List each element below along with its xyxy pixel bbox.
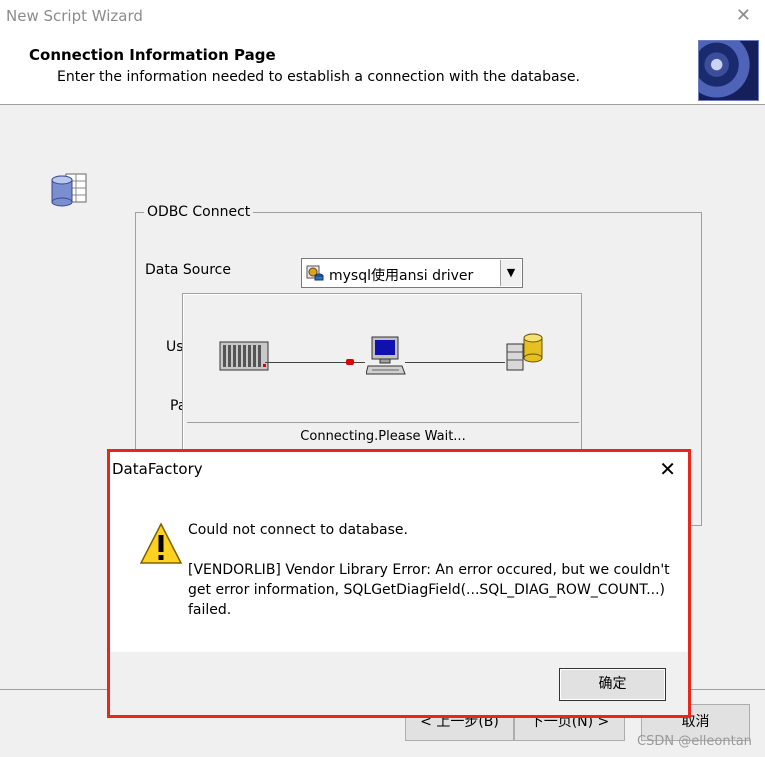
data-source-value: mysql使用ansi driver: [329, 268, 474, 284]
user-label: Us: [166, 339, 184, 355]
dialog-message-line4: failed.: [188, 602, 232, 618]
connection-progress-panel: Connecting.Please Wait...: [182, 293, 582, 453]
page-title: Connection Information Page: [29, 46, 276, 64]
window-close-button[interactable]: ✕: [736, 5, 751, 26]
page-subtitle: Enter the information needed to establis…: [57, 69, 580, 85]
dialog-message-line2: [VENDORLIB] Vendor Library Error: An err…: [188, 562, 670, 578]
data-source-select[interactable]: mysql使用ansi driver ▼: [301, 258, 523, 288]
dialog-close-button[interactable]: ✕: [659, 457, 676, 481]
dialog-footer: 确定: [110, 652, 688, 715]
computer-icon: [366, 336, 406, 375]
chevron-down-icon[interactable]: ▼: [500, 260, 521, 286]
title-bar: New Script Wizard ✕: [0, 0, 765, 32]
warning-icon: [139, 522, 183, 564]
dialog-message-line3: get error information, SQLGetDiagField(.…: [188, 582, 666, 598]
progress-message: Connecting.Please Wait...: [300, 429, 466, 444]
ok-button[interactable]: 确定: [559, 668, 666, 701]
database-icon: [506, 333, 543, 371]
dialog-message-line1: Could not connect to database.: [188, 522, 408, 538]
data-packet-indicator: [346, 359, 354, 365]
data-source-label: Data Source: [145, 262, 231, 278]
wizard-header: Connection Information Page Enter the in…: [0, 32, 765, 105]
odbc-source-icon: [306, 265, 324, 281]
server-rack-icon: [219, 341, 269, 371]
dialog-title: DataFactory: [112, 460, 203, 478]
dialog-message: Could not connect to database. [VENDORLI…: [188, 520, 670, 620]
window-title: New Script Wizard: [6, 7, 143, 25]
database-table-icon: [51, 173, 87, 207]
group-legend: ODBC Connect: [144, 204, 254, 220]
watermark: CSDN @elleontan: [637, 734, 752, 749]
gears-image: [698, 40, 759, 101]
error-dialog: DataFactory ✕ Could not connect to datab…: [107, 449, 691, 718]
connection-line-right: [405, 362, 505, 363]
